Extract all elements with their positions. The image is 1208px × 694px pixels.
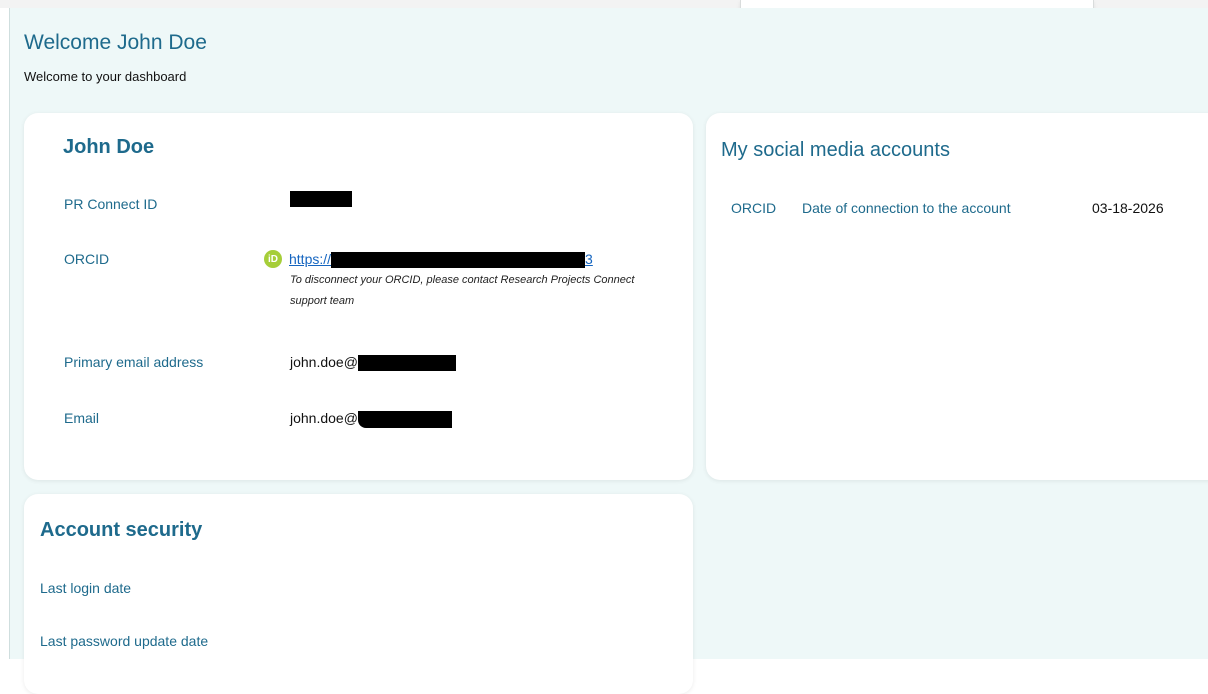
primary-email-value: john.doe@ — [290, 354, 456, 372]
social-title: My social media accounts — [721, 139, 950, 161]
redacted-block — [290, 191, 352, 208]
profile-card: John Doe PR Connect ID ORCID iD https://… — [24, 113, 693, 480]
email-value: john.doe@ — [290, 410, 452, 428]
page-title: Welcome John Doe — [24, 31, 207, 54]
orcid-icon: iD — [264, 250, 282, 268]
redacted-block — [357, 355, 456, 372]
social-account-name: ORCID — [731, 200, 777, 216]
page-subtitle: Welcome to your dashboard — [24, 69, 187, 84]
last-password-label: Last password update date — [40, 633, 209, 649]
social-connection-date: 03-18-2026 — [1092, 200, 1164, 216]
last-login-label: Last login date — [40, 580, 132, 596]
pr-connect-id-value — [290, 190, 352, 208]
account-security-card: Account security Last login date Last pa… — [24, 494, 693, 694]
email-prefix: john.doe@ — [290, 410, 358, 426]
primary-email-prefix: john.doe@ — [290, 354, 358, 370]
pr-connect-id-label: PR Connect ID — [64, 196, 158, 212]
orcid-link[interactable]: https:// 3 — [289, 251, 593, 269]
redacted-block — [357, 410, 452, 428]
social-connection-label: Date of connection to the account — [802, 200, 1011, 216]
profile-name: John Doe — [63, 136, 155, 158]
redacted-block — [331, 252, 586, 269]
email-label: Email — [64, 410, 100, 426]
primary-email-label: Primary email address — [64, 354, 204, 370]
social-accounts-card: My social media accounts ORCID Date of c… — [706, 113, 1208, 480]
security-title: Account security — [40, 519, 203, 541]
dashboard-main: Welcome John Doe Welcome to your dashboa… — [9, 8, 1208, 694]
orcid-label: ORCID — [64, 251, 110, 267]
orcid-link-suffix: 3 — [585, 251, 593, 267]
orcid-disconnect-note: To disconnect your ORCID, please contact… — [290, 274, 635, 307]
orcid-link-prefix: https:// — [289, 251, 332, 267]
